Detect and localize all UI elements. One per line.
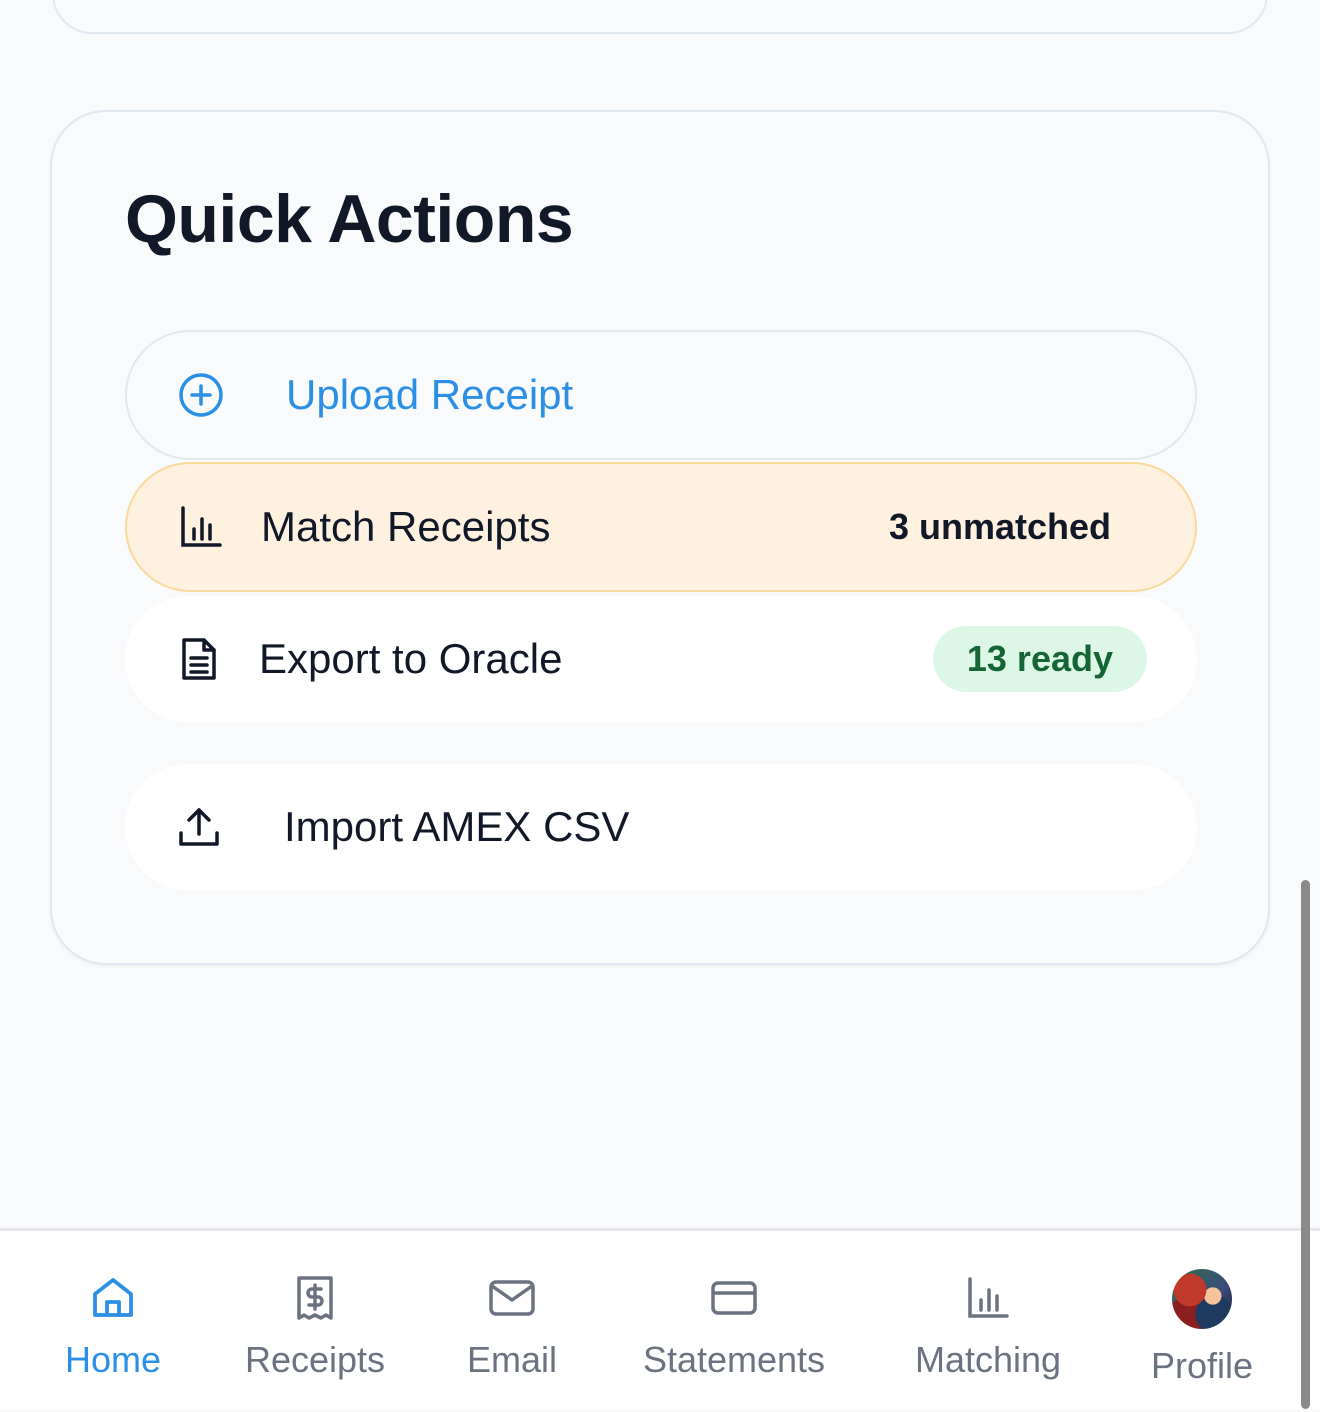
export-to-oracle-label: Export to Oracle <box>259 635 563 682</box>
unmatched-count: 3 unmatched <box>888 506 1111 547</box>
export-to-oracle-button[interactable]: Export to Oracle 13 ready <box>125 596 1197 722</box>
credit-card-icon <box>709 1273 759 1323</box>
nav-statements-label: Statements <box>642 1339 826 1380</box>
mail-icon <box>487 1273 537 1323</box>
nav-statements[interactable]: Statements <box>628 1231 840 1412</box>
document-icon <box>175 635 223 683</box>
nav-home-label: Home <box>64 1339 162 1380</box>
nav-receipts-label: Receipts <box>244 1339 386 1380</box>
previous-card <box>52 0 1268 34</box>
nav-home[interactable]: Home <box>38 1231 188 1412</box>
ready-badge: 13 ready <box>932 626 1147 692</box>
nav-profile-label: Profile <box>1150 1345 1254 1386</box>
nav-profile[interactable]: Profile <box>1140 1231 1264 1412</box>
upload-receipt-button[interactable]: Upload Receipt <box>125 330 1197 460</box>
import-amex-csv-button[interactable]: Import AMEX CSV <box>125 764 1197 890</box>
receipt-icon <box>290 1273 340 1323</box>
bottom-nav: Home Receipts Email Statements Matching … <box>0 1228 1320 1409</box>
nav-matching-label: Matching <box>914 1339 1062 1380</box>
match-receipts-button[interactable]: Match Receipts 3 unmatched <box>125 462 1197 592</box>
plus-circle-icon <box>177 371 225 419</box>
upload-icon <box>175 803 223 851</box>
bar-chart-icon <box>177 503 225 551</box>
quick-actions-title: Quick Actions <box>125 181 574 257</box>
match-receipts-label: Match Receipts <box>261 503 551 550</box>
nav-receipts[interactable]: Receipts <box>230 1231 400 1412</box>
quick-actions-card: Quick Actions Upload Receipt Match Recei… <box>50 110 1270 965</box>
import-amex-csv-label: Import AMEX CSV <box>284 803 630 850</box>
nav-email[interactable]: Email <box>452 1231 572 1412</box>
upload-receipt-label: Upload Receipt <box>286 371 574 418</box>
scrollbar[interactable] <box>1301 880 1310 1409</box>
nav-email-label: Email <box>466 1339 558 1380</box>
bar-chart-icon <box>963 1273 1013 1323</box>
avatar <box>1172 1269 1232 1329</box>
nav-matching[interactable]: Matching <box>902 1231 1074 1412</box>
home-icon <box>88 1273 138 1323</box>
